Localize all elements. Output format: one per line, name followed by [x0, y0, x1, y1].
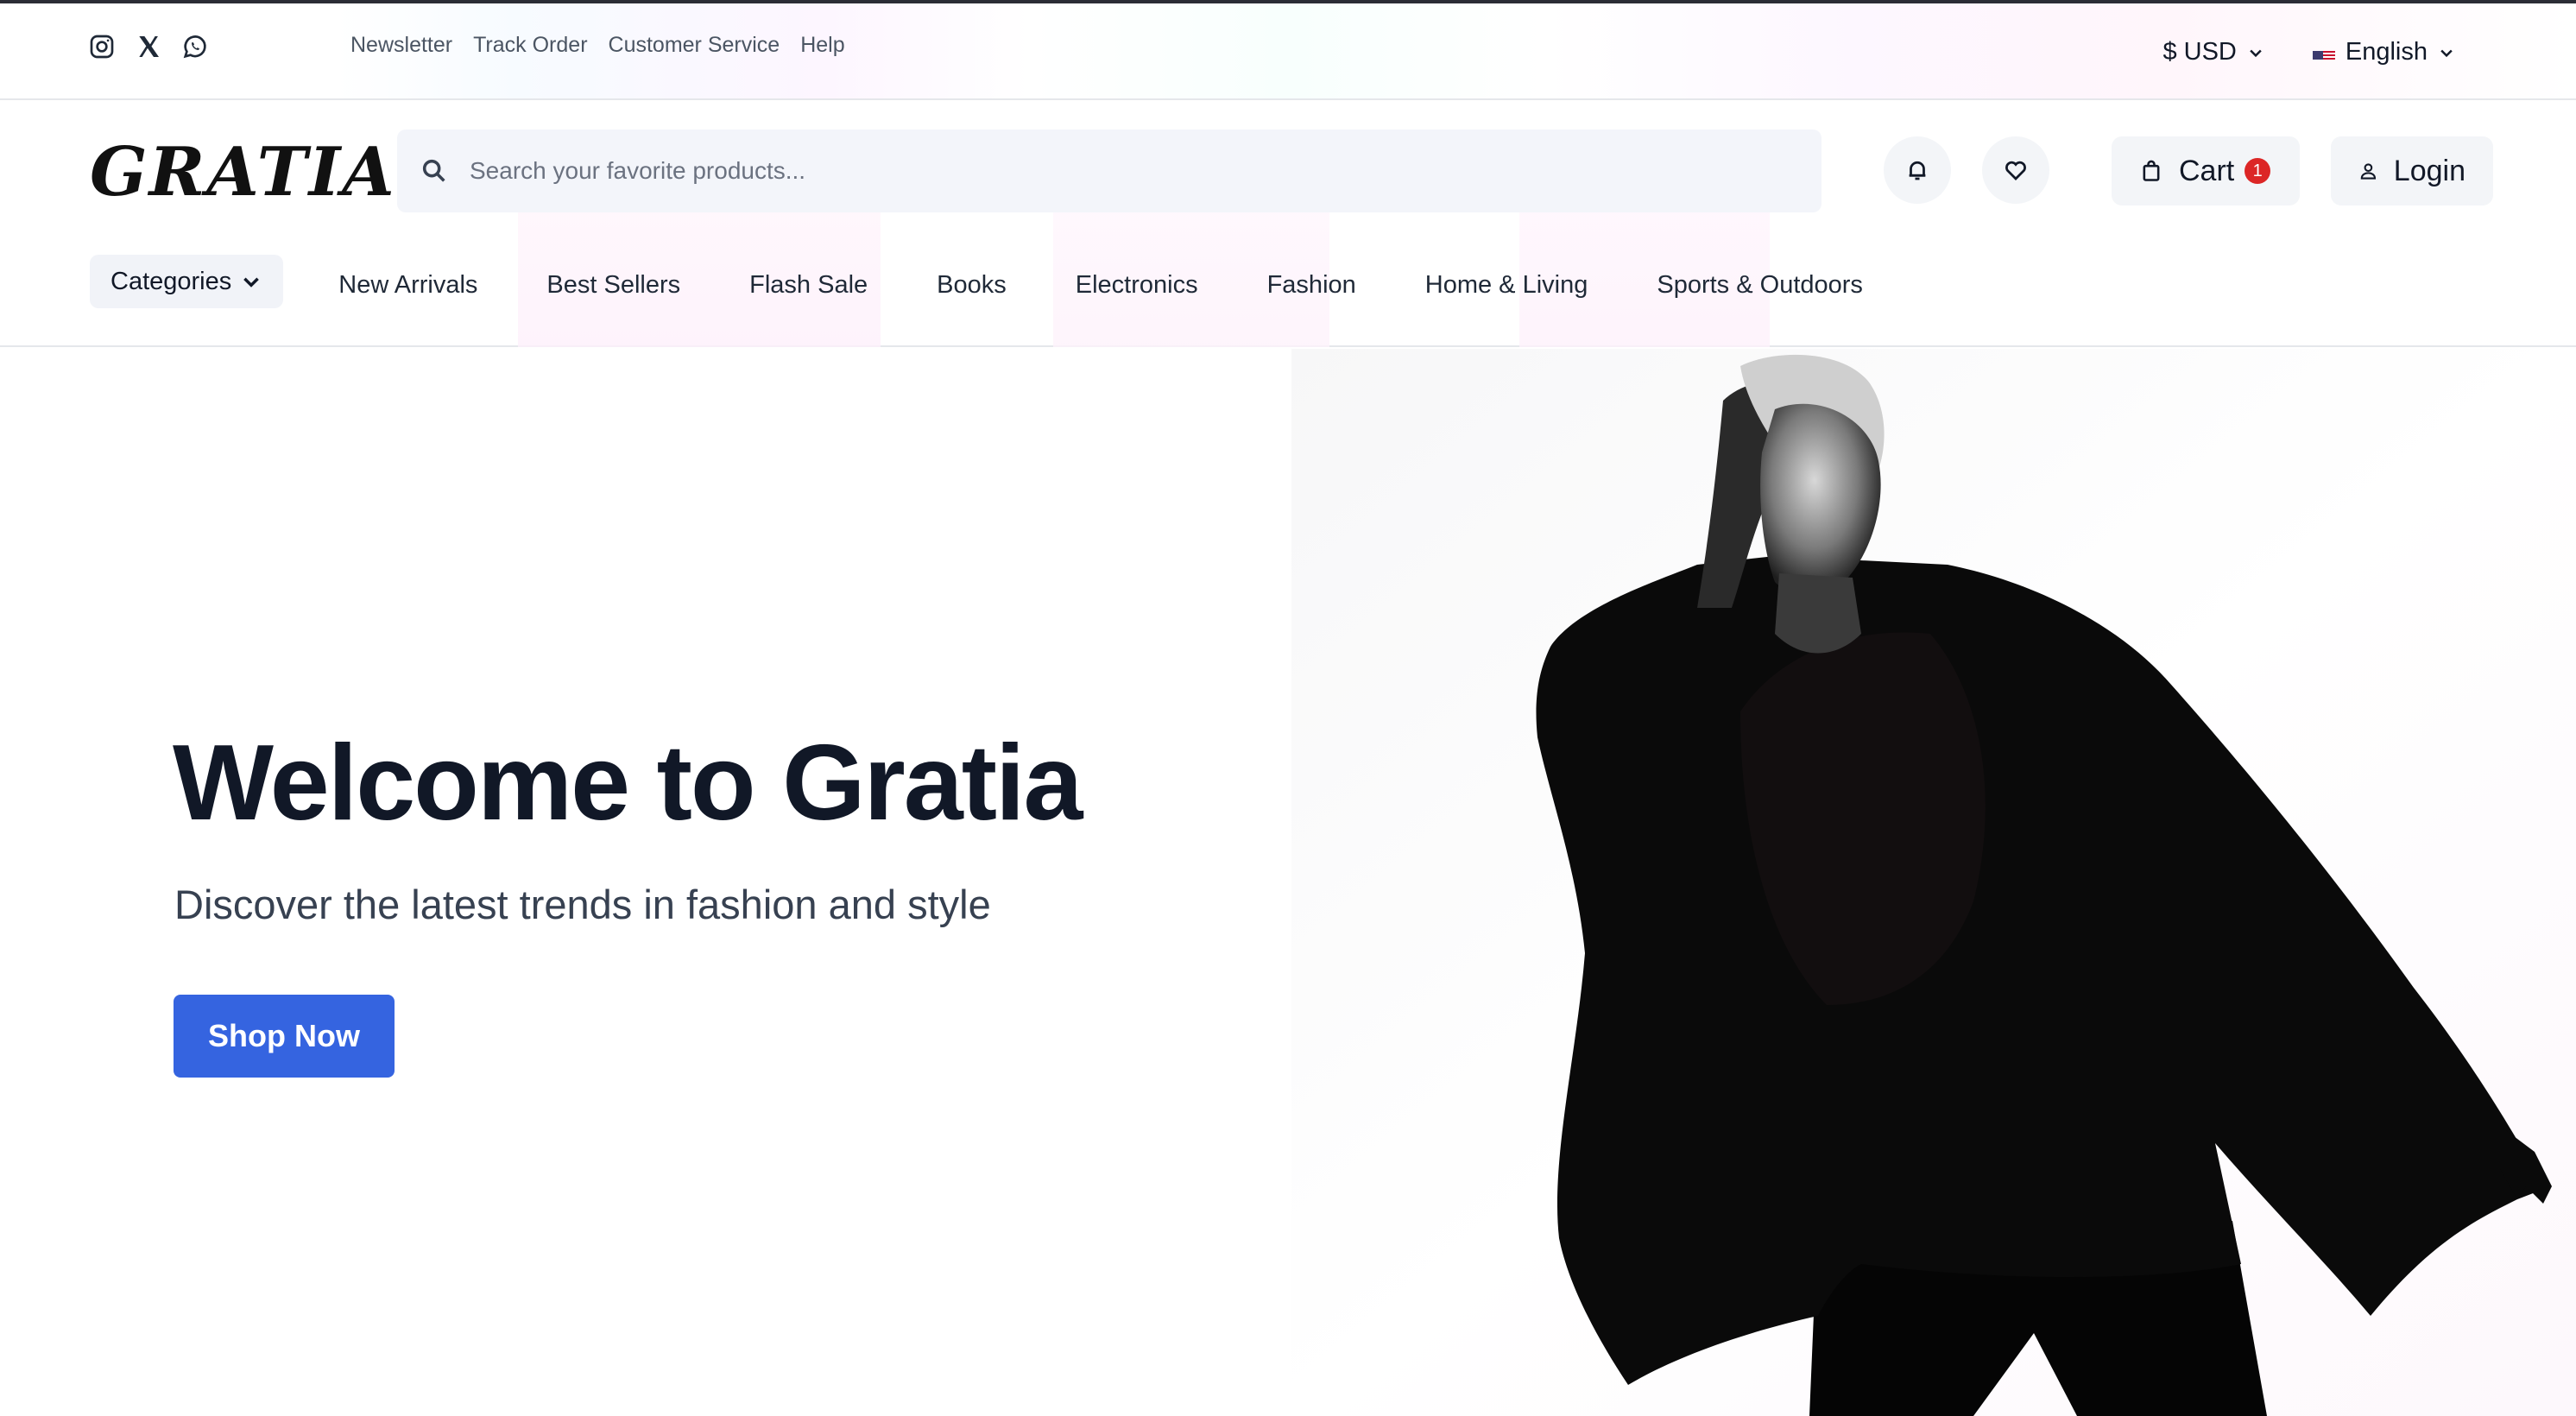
- search-input[interactable]: [468, 156, 1763, 186]
- nav-item-flash-sale[interactable]: Flash Sale: [749, 271, 868, 300]
- nav-item-best-sellers[interactable]: Best Sellers: [546, 271, 680, 300]
- nav-item-home-living[interactable]: Home & Living: [1425, 271, 1588, 300]
- hero-title: Welcome to Gratia: [173, 724, 1083, 843]
- currency-label: $ USD: [2162, 38, 2237, 66]
- cart-count-badge: 1: [2245, 158, 2271, 184]
- customer-service-link[interactable]: Customer Service: [609, 33, 780, 58]
- nav-item-sports-outdoors[interactable]: Sports & Outdoors: [1657, 271, 1863, 300]
- search-icon: [422, 159, 445, 182]
- bell-icon: [1909, 161, 1926, 180]
- chevron-down-icon: [2440, 49, 2453, 57]
- utility-links: Newsletter Track Order Customer Service …: [350, 33, 845, 58]
- search-bar: [397, 130, 1822, 212]
- instagram-icon[interactable]: [88, 33, 116, 60]
- main-header: GRATIA Cart 1 Login Categories Ne: [0, 100, 2576, 347]
- newsletter-link[interactable]: Newsletter: [350, 33, 452, 58]
- utility-selectors: $ USD English: [2162, 38, 2455, 66]
- categories-dropdown[interactable]: Categories: [90, 255, 284, 308]
- wishlist-button[interactable]: [1982, 136, 2049, 204]
- utility-bar: Newsletter Track Order Customer Service …: [0, 3, 2576, 100]
- help-link[interactable]: Help: [800, 33, 844, 58]
- nav-item-new-arrivals[interactable]: New Arrivals: [338, 271, 477, 300]
- categories-label: Categories: [110, 267, 232, 295]
- language-label: English: [2345, 38, 2428, 66]
- cart-button[interactable]: Cart 1: [2112, 136, 2300, 205]
- cart-label: Cart: [2179, 154, 2235, 187]
- shop-now-button[interactable]: Shop Now: [174, 995, 395, 1078]
- hero-fashion-image: [1291, 349, 2576, 1416]
- main-nav: Categories New Arrivals Best Sellers Fla…: [90, 254, 1932, 309]
- login-label: Login: [2393, 154, 2466, 187]
- language-selector[interactable]: English: [2312, 38, 2455, 66]
- currency-selector[interactable]: $ USD: [2162, 38, 2263, 66]
- whatsapp-icon[interactable]: [181, 33, 209, 60]
- social-links: [88, 33, 209, 60]
- us-flag-icon: [2312, 45, 2335, 60]
- heart-icon: [2005, 161, 2026, 180]
- notifications-button[interactable]: [1884, 136, 1951, 204]
- login-button[interactable]: Login: [2331, 136, 2493, 205]
- hero-section: Welcome to Gratia Discover the latest tr…: [0, 349, 2576, 1416]
- x-twitter-icon[interactable]: [135, 33, 162, 60]
- hero-subtitle: Discover the latest trends in fashion an…: [174, 882, 991, 927]
- chevron-down-icon: [2250, 49, 2262, 57]
- track-order-link[interactable]: Track Order: [473, 33, 587, 58]
- nav-item-fashion[interactable]: Fashion: [1267, 271, 1356, 300]
- site-logo[interactable]: GRATIA: [90, 133, 396, 212]
- user-icon: [2360, 163, 2377, 180]
- nav-item-books[interactable]: Books: [937, 271, 1007, 300]
- shopping-bag-icon: [2143, 160, 2160, 181]
- nav-item-electronics[interactable]: Electronics: [1076, 271, 1198, 300]
- chevron-down-icon: [243, 277, 260, 288]
